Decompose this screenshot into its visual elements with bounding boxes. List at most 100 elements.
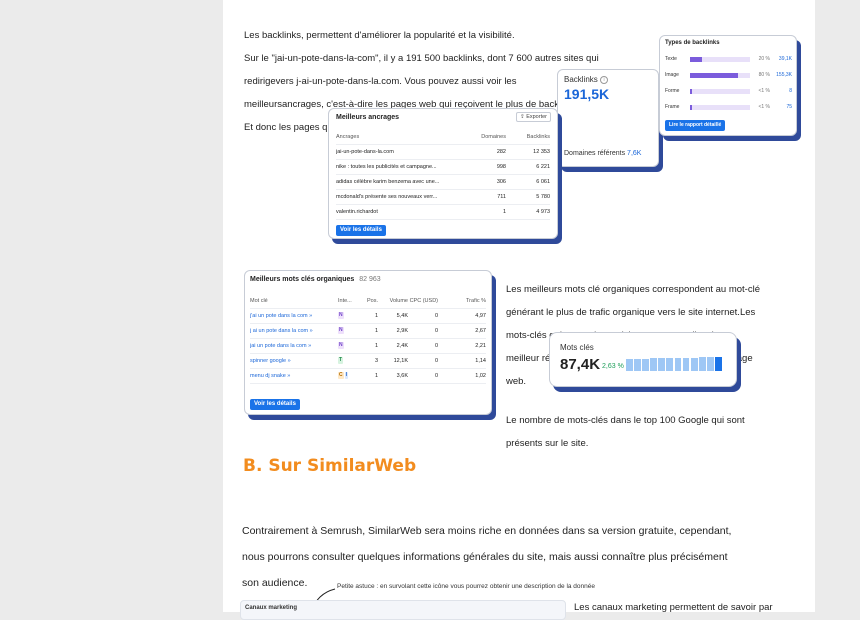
keyword-cpc: 0 (408, 338, 438, 354)
top-anchors-card: Meilleurs ancrages ⇪ Exporter Ancrages D… (328, 108, 558, 239)
keyword-position: 1 (364, 338, 378, 354)
keyword-link[interactable]: jai un pote dans la com » (250, 338, 338, 354)
table-row: menu dj snake » C I 1 3,6K 0 1,02 (250, 368, 486, 384)
intent-badge: I (344, 372, 349, 379)
tip-annotation: Petite astuce : en survolant cette icône… (337, 583, 595, 590)
keyword-traffic: 2,67 (438, 323, 486, 339)
export-button[interactable]: ⇪ Exporter (516, 112, 551, 122)
backlink-type-count[interactable]: 8 (772, 88, 792, 95)
trend-bar (658, 358, 666, 371)
top-keywords-header: Meilleurs mots clés organiques 82 963 (250, 276, 381, 283)
intent-cell: CI (338, 368, 364, 384)
intent-badge: T (338, 357, 344, 364)
column-header: Backlinks (506, 131, 550, 145)
keyword-traffic: 1,02 (438, 368, 486, 384)
intent-badge: C (338, 372, 344, 379)
column-header: Trafic % (438, 295, 486, 309)
trend-bar (674, 358, 682, 371)
backlink-type-percent: 80 % (758, 72, 770, 78)
referring-domains-label: Domaines référents (564, 150, 626, 157)
keywords-metric-value[interactable]: 87,4K (560, 356, 600, 373)
marketing-channels-text: Les canaux marketing permettent de savoi… (574, 602, 773, 613)
anchor-text: jai-un-pote-dans-la.com (336, 144, 476, 160)
export-label: Exporter (526, 114, 547, 120)
top-keywords-card: Meilleurs mots clés organiques 82 963 Mo… (244, 270, 492, 415)
keyword-volume: 12,1K (378, 353, 408, 369)
backlink-type-bar-fill (690, 73, 738, 78)
keyword-traffic: 2,21 (438, 338, 486, 354)
backlinks-card: Backlinks i 191,5K Domaines référents 7,… (557, 69, 659, 167)
table-row: j'ai un pote dans la com » N 1 5,4K 0 4,97 (250, 308, 486, 324)
view-keyword-details-button[interactable]: Voir les détails (250, 399, 300, 410)
trend-bar (682, 358, 690, 371)
backlink-type-label: Texte (665, 56, 677, 62)
trend-bar (642, 359, 650, 371)
keywords-metric-delta: 2,63 % (602, 363, 624, 370)
text-line: Contrairement à Semrush, SimilarWeb sera… (242, 525, 732, 537)
column-header: Mot clé (250, 295, 338, 309)
anchor-domains: 282 (476, 144, 506, 160)
intent-badge: N (338, 327, 344, 334)
column-header: Pos. (364, 295, 378, 309)
backlink-type-count[interactable]: 75 (772, 104, 792, 111)
backlink-type-label: Image (665, 72, 679, 78)
backlink-type-count[interactable]: 39,1K (772, 56, 792, 63)
backlinks-title-text: Backlinks (564, 75, 598, 84)
table-row: mcdonald's présente ses nouveaux verr...… (336, 189, 550, 205)
keyword-link[interactable]: spinner google » (250, 353, 338, 369)
backlinks-value[interactable]: 191,5K (564, 86, 609, 102)
anchor-text: mcdonald's présente ses nouveaux verr... (336, 189, 476, 205)
keyword-cpc: 0 (408, 308, 438, 324)
marketing-channels-title: Canaux marketing (245, 605, 298, 611)
text-line: Sur le "jai-un-pote-dans-la-com", il y a… (244, 52, 599, 64)
anchor-domains: 998 (476, 159, 506, 175)
info-icon[interactable]: i (600, 75, 609, 84)
backlink-type-bar-fill (690, 105, 692, 110)
column-header: Volume (378, 295, 408, 309)
backlink-type-bar (690, 73, 750, 78)
view-details-button[interactable]: Voir les détails (336, 225, 386, 236)
keyword-link[interactable]: menu dj snake » (250, 368, 338, 384)
text-line: Le nombre de mots-clés dans le top 100 G… (506, 414, 745, 426)
keyword-link[interactable]: j ai un pote dans la com » (250, 323, 338, 339)
backlink-type-percent: <1 % (758, 88, 770, 94)
table-row: spinner google » T 3 12,1K 0 1,14 (250, 353, 486, 369)
keyword-volume: 5,4K (378, 308, 408, 324)
trend-bar (690, 358, 698, 371)
text-line: Les meilleurs mots clé organiques corres… (506, 283, 760, 295)
backlink-types-title: Types de backlinks (665, 40, 720, 46)
referring-domains-value[interactable]: 7,6K (627, 150, 641, 157)
backlink-type-percent: 20 % (758, 56, 770, 62)
anchor-domains: 711 (476, 189, 506, 205)
keyword-position: 1 (364, 368, 378, 384)
table-row: jai un pote dans la com » N 1 2,4K 0 2,21 (250, 338, 486, 354)
keyword-position: 1 (364, 308, 378, 324)
trend-bar (714, 357, 722, 371)
top-keywords-count: 82 963 (359, 276, 381, 283)
intent-badge: N (338, 312, 344, 319)
column-header: Domaines (476, 131, 506, 145)
keyword-link[interactable]: j'ai un pote dans la com » (250, 308, 338, 324)
intent-cell: T (338, 353, 364, 369)
anchor-backlinks: 6 061 (506, 174, 550, 190)
table-row: valentin.richardot 1 4 973 (336, 204, 550, 220)
text-line: présents sur le site. (506, 437, 589, 449)
trend-bar (626, 359, 633, 371)
anchors-table: Ancrages Domaines Backlinks jai-un-pote-… (336, 131, 550, 220)
backlink-type-bar (690, 57, 750, 62)
trend-bar (666, 358, 674, 371)
backlink-type-bar-fill (690, 89, 692, 94)
keyword-traffic: 4,97 (438, 308, 486, 324)
keyword-cpc: 0 (408, 353, 438, 369)
keywords-trend-sparkbars (626, 357, 723, 371)
keyword-volume: 2,9K (378, 323, 408, 339)
keyword-cpc: 0 (408, 323, 438, 339)
trend-bar (634, 359, 641, 371)
keywords-metric-title: Mots clés (560, 343, 594, 352)
intent-badge: N (338, 342, 344, 349)
intent-cell: N (338, 338, 364, 354)
backlink-type-count[interactable]: 155,3K (772, 72, 792, 79)
backlink-type-label: Forme (665, 88, 680, 94)
read-report-button[interactable]: Lire le rapport détaillé (665, 120, 726, 131)
table-row: adidas célèbre karim benzema avec une...… (336, 174, 550, 190)
